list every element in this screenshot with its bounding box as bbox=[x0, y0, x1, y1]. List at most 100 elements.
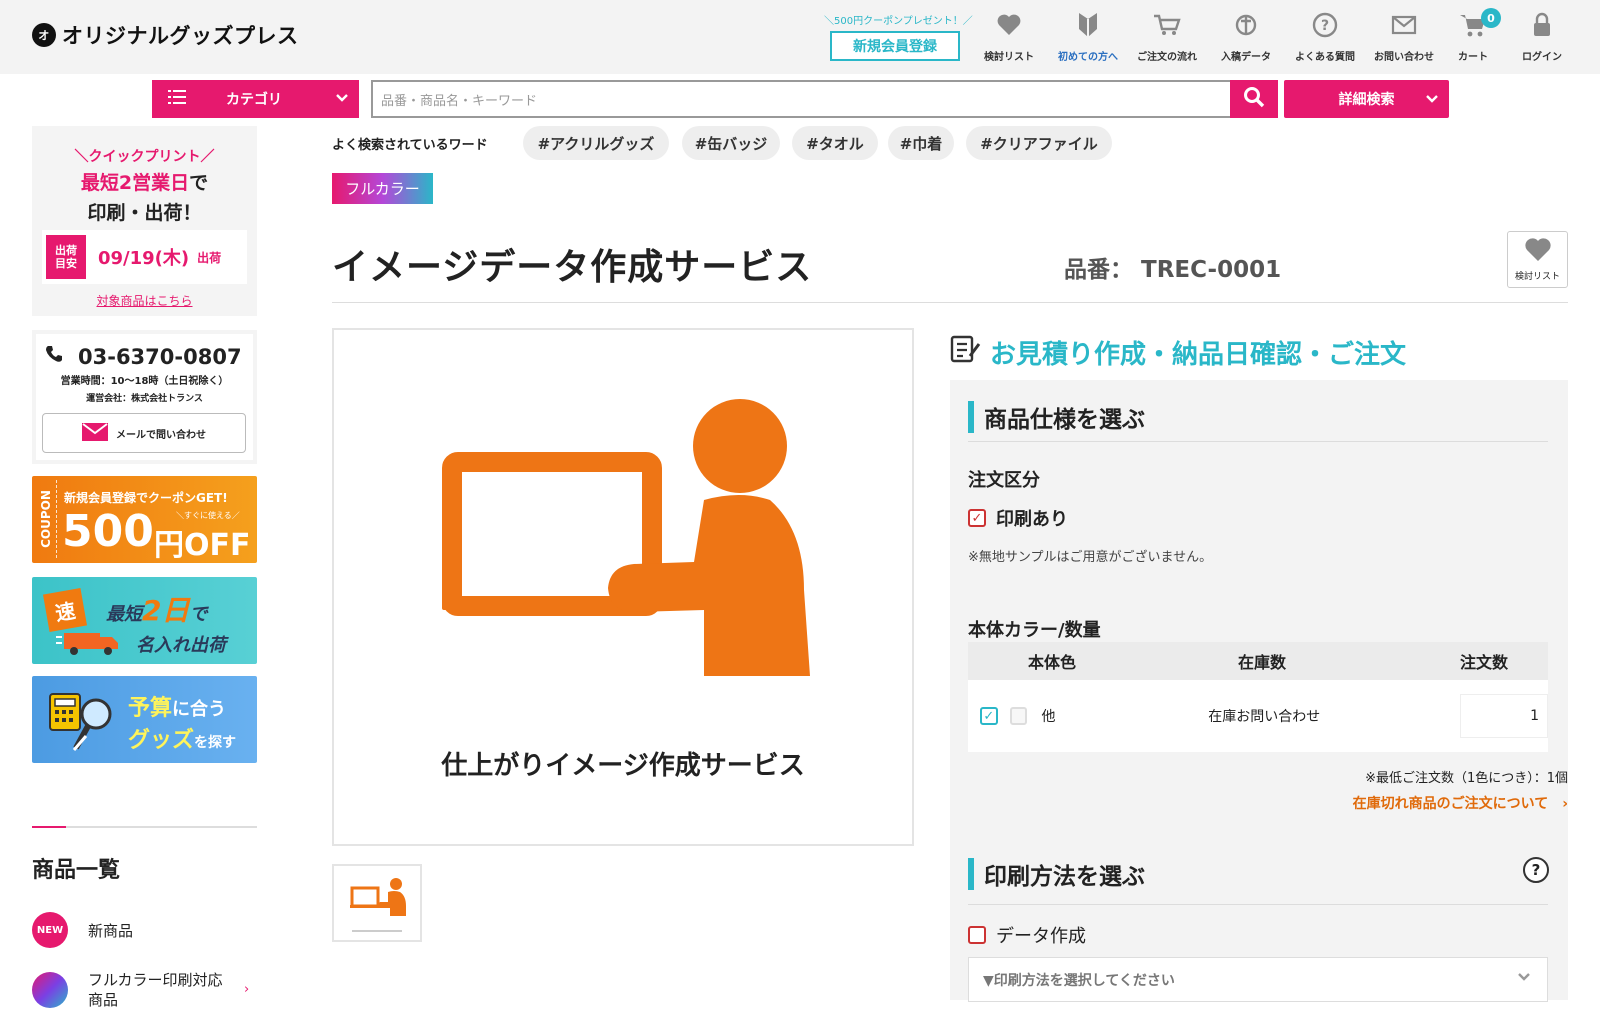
color-quantity-label: 本体カラー/数量 bbox=[968, 620, 1101, 641]
out-of-stock-link[interactable]: 在庫切れ商品のご注文について › bbox=[1353, 793, 1568, 813]
data-upload-icon bbox=[1231, 8, 1261, 42]
print-method-select[interactable]: ▼印刷方法を選択してください bbox=[968, 957, 1548, 1002]
table-row: ✓ 他 在庫お問い合わせ 1 bbox=[968, 680, 1548, 752]
logo-text: オリジナルグッズプレス bbox=[62, 24, 299, 48]
sidebar-item-fullcolor[interactable]: フルカラー印刷対応商品 bbox=[88, 970, 234, 1010]
sidebar-item-new[interactable]: 新商品 bbox=[88, 920, 133, 941]
fast-line1-b: 2日 bbox=[142, 594, 190, 627]
product-thumbnail[interactable] bbox=[332, 864, 422, 942]
sidebar-divider bbox=[32, 826, 257, 828]
wishlist-label: 検討リスト bbox=[1514, 272, 1560, 282]
fast-line2: 名入れ出荷 bbox=[136, 635, 226, 656]
heart-icon bbox=[1523, 237, 1553, 267]
help-question-icon[interactable]: ? bbox=[1523, 857, 1549, 883]
budget-line2-a: グッズ bbox=[128, 728, 195, 753]
quick-print-highlight: 最短2営業日 bbox=[80, 172, 190, 194]
svg-text:?: ? bbox=[1321, 18, 1329, 34]
budget-line1-b: に合う bbox=[172, 699, 227, 720]
shipping-word: 出荷 bbox=[197, 250, 222, 265]
budget-line1: 予算に合う bbox=[128, 690, 226, 722]
chevron-down-icon bbox=[1517, 970, 1531, 986]
title-divider bbox=[332, 302, 1568, 303]
company-name: 運営会社：株式会社トランス bbox=[86, 394, 203, 404]
print-method-placeholder: ▼印刷方法を選択してください bbox=[983, 972, 1175, 989]
site-logo[interactable]: オ オリジナルグッズプレス bbox=[32, 20, 299, 50]
thumbnail-illustration-icon bbox=[350, 878, 406, 932]
chevron-right-icon: › bbox=[1562, 796, 1568, 812]
nav-data-upload[interactable]: 入稿データ bbox=[1207, 8, 1285, 70]
no-sample-note: ※無地サンプルはご用意がございません。 bbox=[968, 550, 1213, 565]
sku-label: 品番： bbox=[1064, 257, 1133, 283]
nav-label: 検討リスト bbox=[984, 52, 1034, 63]
nav-label: よくある質問 bbox=[1295, 52, 1355, 63]
phone-number-text: 03-6370-0807 bbox=[78, 344, 242, 369]
coupon-note: ＼500円クーポンプレゼント！／ bbox=[824, 16, 973, 27]
print-option-checkbox[interactable]: ✓ 印刷あり bbox=[968, 505, 1068, 531]
coupon-banner[interactable]: COUPON 新規会員登録でクーポンGET! ＼すぐに使える／ 500 円OFF bbox=[32, 476, 257, 563]
search-tag[interactable]: #タオル bbox=[792, 126, 878, 160]
shipping-date: 09/19(木) bbox=[98, 248, 190, 269]
search-tag[interactable]: #巾着 bbox=[888, 126, 954, 160]
nav-order-flow[interactable]: ご注文の流れ bbox=[1128, 8, 1206, 70]
nav-contact[interactable]: お問い合わせ bbox=[1365, 8, 1443, 70]
phone-number[interactable]: 03-6370-0807 bbox=[44, 344, 242, 369]
column-header: 本体色 bbox=[1028, 653, 1077, 672]
list-icon bbox=[168, 90, 188, 108]
fast-line1-c: で bbox=[189, 604, 208, 625]
mail-icon bbox=[1389, 8, 1419, 42]
product-image-caption: 仕上がりイメージ作成サービス bbox=[441, 751, 805, 781]
mail-icon bbox=[82, 422, 108, 444]
nav-label: 入稿データ bbox=[1221, 52, 1271, 63]
print-method-title-text: 印刷方法を選ぶ bbox=[984, 864, 1145, 890]
sku-value: TREC-0001 bbox=[1141, 257, 1282, 283]
shipping-tag: 出荷 目安 bbox=[46, 235, 86, 279]
data-create-checkbox[interactable]: データ作成 bbox=[968, 922, 1086, 948]
new-badge: NEW bbox=[32, 912, 68, 948]
out-of-stock-link-text: 在庫切れ商品のご注文について bbox=[1352, 796, 1549, 812]
data-create-label: データ作成 bbox=[996, 926, 1086, 947]
min-order-note: ※最低ご注文数（1色につき）：1個 bbox=[1365, 771, 1568, 786]
chevron-down-icon bbox=[1425, 92, 1439, 108]
search-button[interactable] bbox=[1230, 80, 1278, 118]
nav-label: ログイン bbox=[1522, 52, 1562, 63]
nav-faq[interactable]: ? よくある質問 bbox=[1286, 8, 1364, 70]
fast-shipping-banner[interactable]: 速 最短2日で 名入れ出荷 bbox=[32, 577, 257, 664]
column-header: 注文数 bbox=[1460, 653, 1509, 672]
quick-print-suffix: で bbox=[189, 172, 209, 194]
question-icon: ? bbox=[1310, 8, 1340, 42]
color-swatch bbox=[1009, 707, 1028, 725]
add-to-wishlist-button[interactable]: 検討リスト bbox=[1507, 231, 1568, 288]
beginner-mark-icon bbox=[1073, 8, 1103, 42]
category-menu-button[interactable]: カテゴリ bbox=[152, 80, 359, 118]
target-products-link[interactable]: 対象商品はこちら bbox=[32, 292, 257, 309]
quantity-input[interactable]: 1 bbox=[1459, 694, 1548, 738]
shipping-tag-line2: 目安 bbox=[55, 257, 77, 270]
search-input[interactable]: 品番・商品名・キーワード bbox=[371, 80, 1232, 118]
register-button[interactable]: 新規会員登録 bbox=[830, 31, 960, 61]
search-tag[interactable]: #缶バッジ bbox=[682, 126, 780, 160]
calculator-icon bbox=[46, 688, 116, 762]
nav-wishlist[interactable]: 検討リスト bbox=[970, 8, 1048, 70]
coupon-unit: 円OFF bbox=[154, 528, 251, 563]
business-hours: 営業時間：10〜18時（土日祝除く） bbox=[60, 376, 229, 387]
column-header: 在庫数 bbox=[1238, 653, 1287, 672]
advanced-search-button[interactable]: 詳細検索 bbox=[1284, 80, 1449, 118]
nav-beginner[interactable]: 初めての方へ bbox=[1049, 8, 1127, 70]
nav-label: お問い合わせ bbox=[1374, 52, 1434, 63]
mail-contact-button[interactable]: メールで問い合わせ bbox=[42, 413, 246, 453]
print-method-section-title: 印刷方法を選ぶ bbox=[968, 857, 1145, 891]
product-list-title: 商品一覧 bbox=[32, 858, 121, 883]
heart-icon bbox=[994, 8, 1024, 42]
budget-line2: グッズを探す bbox=[128, 722, 236, 754]
cart-flow-icon bbox=[1152, 8, 1182, 42]
chevron-down-icon bbox=[335, 91, 349, 107]
coupon-amount: 500 bbox=[62, 506, 154, 557]
color-name: 他 bbox=[1041, 709, 1056, 725]
color-select-checkbox[interactable]: ✓ bbox=[980, 707, 998, 725]
search-tag[interactable]: #クリアファイル bbox=[966, 126, 1112, 160]
search-tag[interactable]: #アクリルグッズ bbox=[523, 126, 669, 160]
nav-login[interactable]: ログイン bbox=[1503, 8, 1581, 70]
note-edit-icon bbox=[950, 334, 982, 371]
budget-search-banner[interactable]: 予算に合う グッズを探す bbox=[32, 676, 257, 763]
truck-icon bbox=[56, 629, 126, 661]
